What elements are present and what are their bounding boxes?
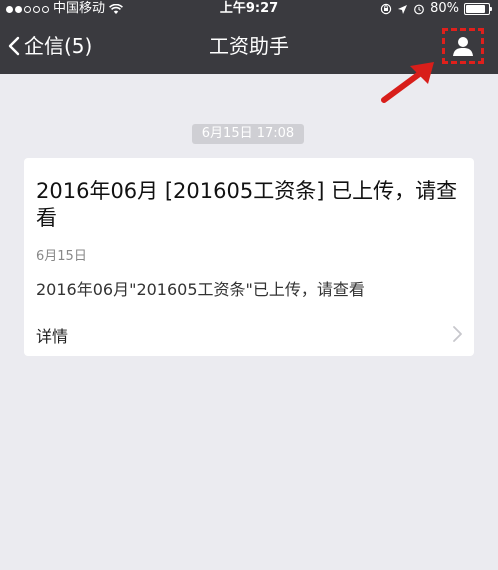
message-summary: 2016年06月"201605工资条"已上传，请查看 bbox=[36, 280, 365, 299]
message-date: 6月15日 bbox=[36, 249, 87, 264]
carrier-name: 中国移动 bbox=[53, 1, 106, 16]
status-right: 80% bbox=[380, 0, 492, 18]
details-label: 详情 bbox=[36, 327, 69, 346]
battery-icon bbox=[464, 3, 492, 15]
signal-strength-icon bbox=[6, 5, 49, 13]
status-left: 中国移动 bbox=[6, 0, 123, 18]
battery-percent: 80% bbox=[430, 1, 459, 16]
alarm-icon bbox=[414, 4, 424, 15]
chevron-right-icon bbox=[453, 326, 462, 342]
red-pointer-arrow bbox=[381, 62, 434, 103]
person-icon bbox=[453, 37, 473, 56]
page-title: 工资助手 bbox=[209, 34, 289, 58]
message-headline: 2016年06月 [201605工资条] 已上传，请查看 bbox=[36, 179, 458, 230]
location-icon bbox=[398, 4, 408, 14]
status-bar: 中国移动 上午9:27 80% bbox=[0, 0, 498, 18]
details-link[interactable]: 详情 bbox=[24, 312, 474, 356]
profile-button[interactable] bbox=[442, 28, 484, 64]
message-card[interactable]: 2016年06月 [201605工资条] 已上传，请查看 6月15日 2016年… bbox=[24, 158, 474, 356]
message-timestamp: 6月15日 17:08 bbox=[192, 124, 304, 144]
rotation-lock-icon bbox=[380, 3, 392, 15]
wifi-icon bbox=[109, 3, 123, 14]
